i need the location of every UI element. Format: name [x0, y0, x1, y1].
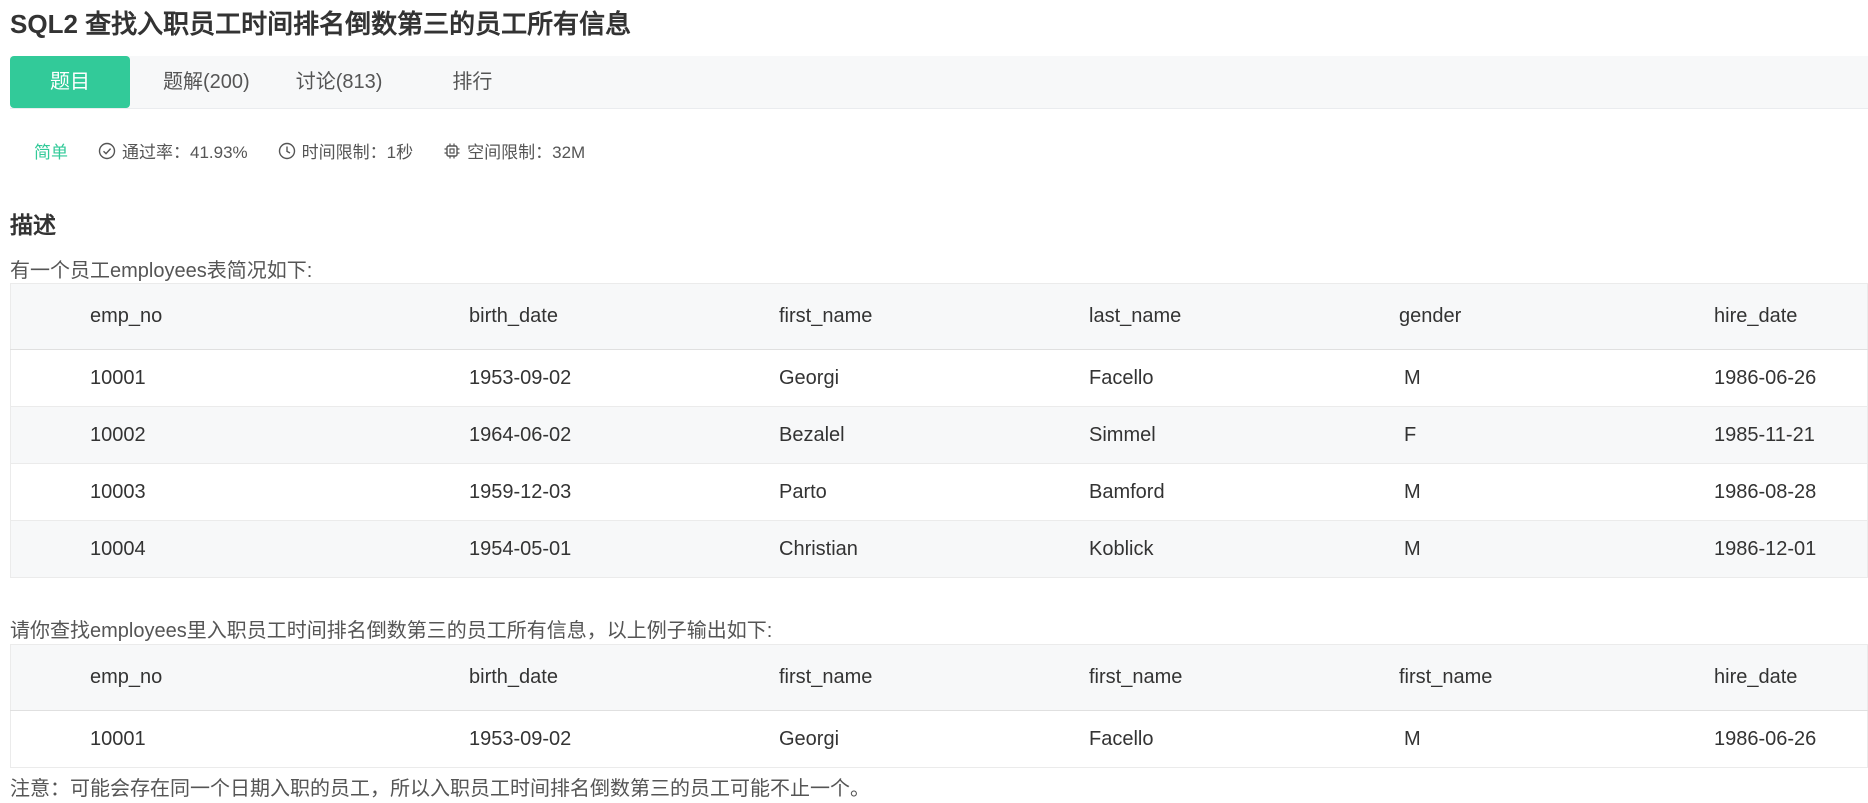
table-row: 10003 1959-12-03 Parto Bamford M 1986-08… [10, 464, 1868, 521]
table-header-cell: first_name [779, 666, 873, 688]
description-intro: 有一个员工employees表简况如下: [10, 260, 313, 282]
table-cell: 10002 [90, 423, 146, 446]
table-header-cell: birth_date [469, 666, 558, 688]
space-limit: 空间限制：32M [443, 138, 585, 163]
table-row: 10001 1953-09-02 Georgi Facello M 1986-0… [10, 710, 1868, 768]
table-cell: 1986-12-01 [1714, 537, 1817, 560]
table-cell: 1953-09-02 [469, 366, 572, 389]
table-cell: Bamford [1089, 480, 1165, 503]
table-cell: 1954-05-01 [469, 537, 572, 560]
table-cell: Christian [779, 537, 858, 560]
table-header-cell: hire_date [1714, 305, 1798, 327]
tab-problem[interactable]: 题目 [10, 56, 130, 108]
pass-rate-text: 通过率：41.93% [122, 143, 248, 162]
table-cell: M [1404, 366, 1421, 389]
table-cell: 1986-08-28 [1714, 480, 1817, 503]
table-header-cell: hire_date [1714, 666, 1798, 688]
check-circle-icon [98, 142, 116, 159]
tab-solutions[interactable]: 题解(200) [163, 56, 250, 108]
output-table: emp_no birth_date first_name first_name … [10, 644, 1868, 768]
table-row: 10002 1964-06-02 Bezalel Simmel F 1985-1… [10, 406, 1868, 464]
table-row: 10004 1954-05-01 Christian Koblick M 198… [10, 520, 1868, 578]
tab-bar: 题目 题解(200) 讨论(813) 排行 [10, 56, 1868, 109]
table-header-row: emp_no birth_date first_name first_name … [10, 644, 1868, 711]
description-note: 注意：可能会存在同一个日期入职的员工，所以入职员工时间排名倒数第三的员工可能不止… [10, 778, 870, 800]
chip-icon [444, 143, 460, 158]
table-cell: M [1404, 537, 1421, 560]
table-header-row: emp_no birth_date first_name last_name g… [10, 283, 1868, 350]
table-header-cell: first_name [1089, 666, 1183, 688]
table-cell: F [1404, 423, 1417, 446]
table-cell: 1953-09-02 [469, 727, 572, 750]
table-cell: Facello [1089, 366, 1154, 389]
table-row: 10001 1953-09-02 Georgi Facello M 1986-0… [10, 350, 1868, 407]
description-question: 请你查找employees里入职员工时间排名倒数第三的员工所有信息，以上例子输出… [10, 620, 773, 642]
problem-title: SQL2 查找入职员工时间排名倒数第三的员工所有信息 [10, 9, 632, 39]
employees-table: emp_no birth_date first_name last_name g… [10, 283, 1868, 578]
table-cell: Facello [1089, 727, 1154, 750]
table-cell: 1986-06-26 [1714, 366, 1817, 389]
table-header-cell: emp_no [90, 305, 163, 327]
time-limit: 时间限制：1秒 [278, 138, 413, 163]
table-cell: Georgi [779, 366, 840, 389]
table-cell: 1964-06-02 [469, 423, 572, 446]
table-cell: 10003 [90, 480, 146, 503]
problem-meta: 简单 通过率：41.93% 时间限制：1秒 空间限制：32M [34, 138, 615, 163]
table-cell: Simmel [1089, 423, 1156, 446]
table-cell: 1985-11-21 [1714, 423, 1815, 446]
time-limit-text: 时间限制：1秒 [301, 143, 414, 162]
table-header-cell: last_name [1089, 305, 1182, 327]
table-cell: 10001 [90, 727, 146, 750]
table-cell: Bezalel [779, 423, 845, 446]
clock-icon [278, 142, 295, 159]
tab-discussion[interactable]: 讨论(813) [296, 56, 383, 108]
table-header-cell: emp_no [90, 666, 163, 688]
table-header-cell: birth_date [469, 305, 558, 327]
table-cell: M [1404, 727, 1421, 750]
space-limit-text: 空间限制：32M [467, 143, 586, 162]
table-cell: M [1404, 480, 1421, 503]
pass-rate: 通过率：41.93% [98, 138, 248, 163]
table-cell: 1959-12-03 [469, 480, 572, 503]
table-header-cell: first_name [1399, 666, 1493, 688]
table-cell: 1986-06-26 [1714, 727, 1817, 750]
table-header-cell: gender [1399, 305, 1462, 327]
table-header-cell: first_name [779, 305, 873, 327]
difficulty-badge: 简单 [34, 143, 68, 162]
table-cell: 10001 [90, 366, 146, 389]
table-cell: Koblick [1089, 537, 1154, 560]
table-cell: Georgi [779, 727, 840, 750]
tab-ranking[interactable]: 排行 [452, 56, 492, 108]
table-cell: 10004 [90, 537, 146, 560]
description-heading: 描述 [10, 212, 56, 238]
table-cell: Parto [779, 480, 827, 503]
